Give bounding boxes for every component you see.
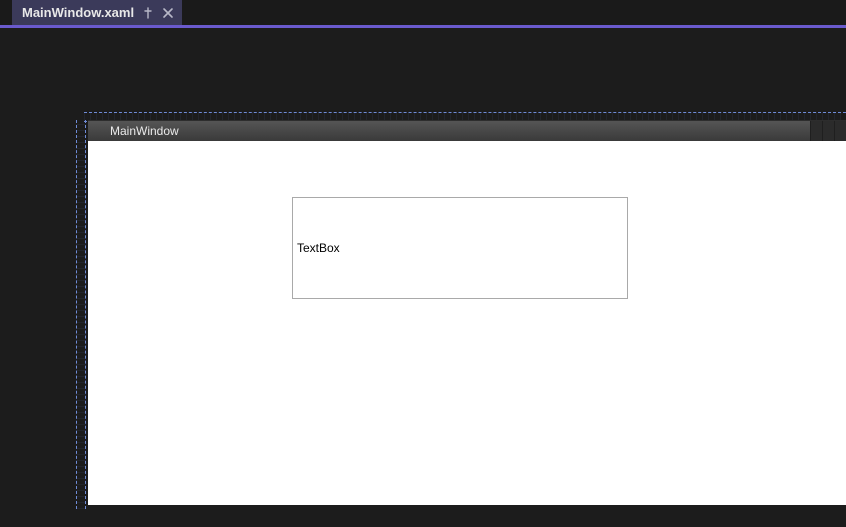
minimize-icon <box>810 121 822 141</box>
preview-client-area[interactable] <box>88 141 846 505</box>
maximize-icon <box>822 121 834 141</box>
document-tab-bar: MainWindow.xaml <box>0 0 846 28</box>
preview-window-title: MainWindow <box>110 124 179 138</box>
document-tab[interactable]: MainWindow.xaml <box>12 0 182 27</box>
pin-icon[interactable] <box>142 7 154 19</box>
xaml-designer-surface[interactable]: MainWindow <box>0 28 846 527</box>
selection-guide-vertical <box>76 120 86 509</box>
window-buttons <box>810 121 846 141</box>
tab-bar-remainder <box>182 0 846 27</box>
preview-titlebar: MainWindow <box>88 121 846 141</box>
textbox-control[interactable] <box>292 197 628 299</box>
close-icon[interactable] <box>162 7 174 19</box>
tab-label: MainWindow.xaml <box>22 5 134 20</box>
tab-gutter <box>0 0 12 27</box>
preview-window[interactable]: MainWindow <box>88 120 846 505</box>
close-window-icon <box>834 121 846 141</box>
